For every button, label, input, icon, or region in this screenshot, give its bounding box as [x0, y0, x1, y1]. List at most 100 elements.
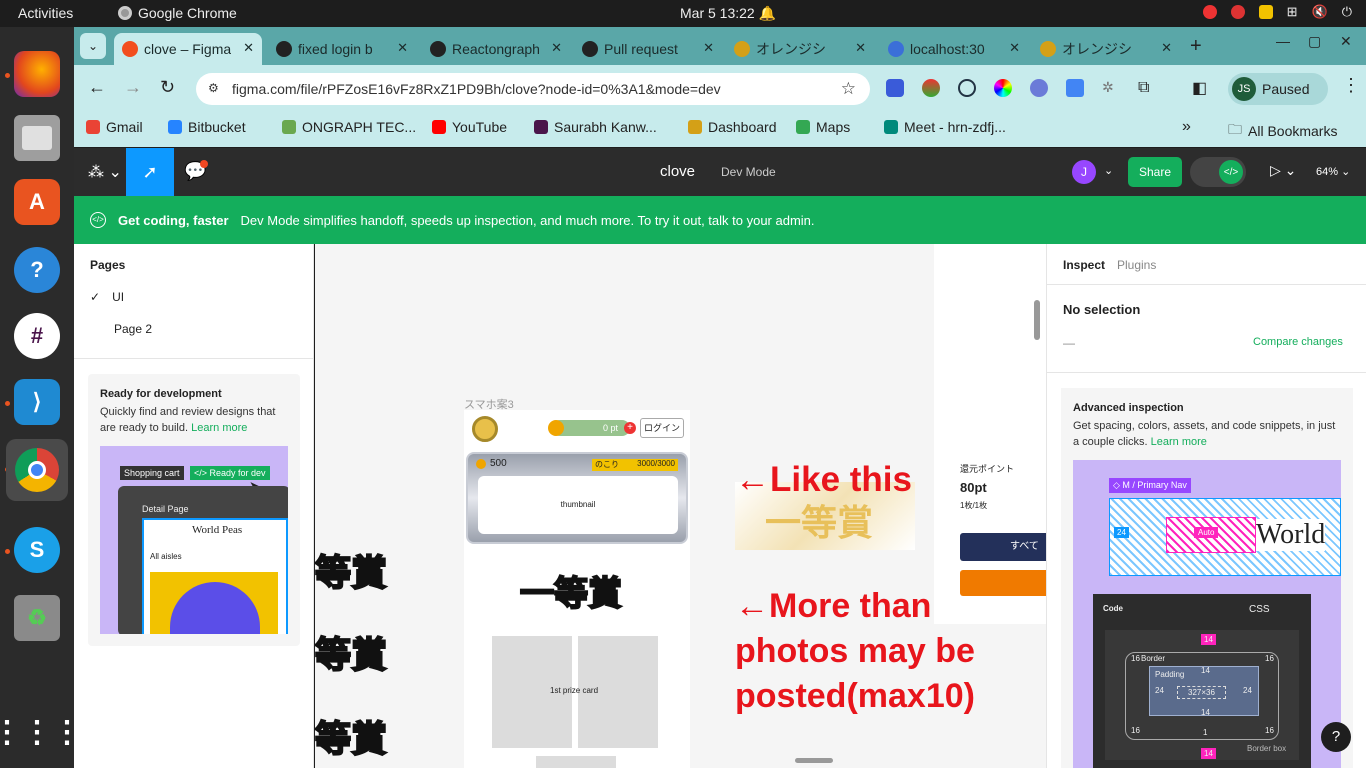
- tab-favicon-icon: [888, 41, 904, 57]
- close-tab-icon[interactable]: ✕: [551, 40, 562, 56]
- firefox-icon[interactable]: [14, 51, 60, 97]
- chrome-icon[interactable]: [6, 439, 68, 501]
- extension-icon[interactable]: [886, 79, 904, 97]
- vscode-icon[interactable]: ⟩: [14, 379, 60, 425]
- app-center-icon[interactable]: A: [14, 179, 60, 225]
- learn-more-link[interactable]: Learn more: [191, 422, 247, 434]
- compare-changes-link[interactable]: Compare changes: [1253, 336, 1343, 348]
- bookmark-star-icon[interactable]: ☆: [841, 79, 856, 99]
- right-card-sub: 1枚/1枚: [960, 501, 988, 510]
- notification-dot: [200, 160, 208, 168]
- ready-desc: Quickly find and review designs that are…: [100, 404, 290, 436]
- present-icon[interactable]: ▷ ⌄: [1270, 162, 1296, 179]
- reload-button[interactable]: ↻: [160, 77, 175, 98]
- bookmark-item[interactable]: Dashboard: [688, 119, 777, 135]
- gacha-card[interactable]: 500 のこり 3000/3000 thumbnail: [466, 452, 688, 544]
- move-tool-icon[interactable]: ➚: [126, 148, 174, 196]
- login-button[interactable]: ログイン: [640, 418, 684, 438]
- tab[interactable]: fixed login b ✕: [268, 33, 416, 65]
- back-button[interactable]: ←: [88, 77, 106, 98]
- maximize-button[interactable]: ▢: [1308, 33, 1321, 50]
- bookmark-item[interactable]: Saurabh Kanw...: [534, 119, 657, 135]
- user-avatar[interactable]: J: [1072, 160, 1096, 184]
- figma-menu-icon[interactable]: ⁂ ⌄: [88, 162, 122, 182]
- close-tab-icon[interactable]: ✕: [703, 40, 714, 56]
- address-bar[interactable]: ⚙ figma.com/file/rPFZosE16vFz8RxZ1PD9Bh/…: [196, 73, 870, 105]
- tab[interactable]: オレンジシ ✕: [1032, 33, 1180, 65]
- puzzle-icon[interactable]: ⧉: [1138, 79, 1156, 97]
- no-selection-title: No selection: [1063, 302, 1141, 317]
- close-tab-icon[interactable]: ✕: [855, 40, 866, 56]
- orange-button[interactable]: [960, 570, 1046, 596]
- slack-icon[interactable]: #: [14, 313, 60, 359]
- close-tab-icon[interactable]: ✕: [1009, 40, 1020, 56]
- tab-title: Reactongraph: [452, 41, 540, 57]
- react-devtools-icon[interactable]: [958, 79, 976, 97]
- design-canvas[interactable]: スマホ案3 0 pt + ログイン 500 のこり 3000/3000 thumb…: [315, 244, 1046, 768]
- zoom-level[interactable]: 64% ⌄: [1316, 165, 1350, 178]
- files-icon[interactable]: [14, 115, 60, 161]
- bookmark-item[interactable]: Maps: [796, 119, 850, 135]
- tab[interactable]: Reactongraph ✕: [422, 33, 570, 65]
- bookmark-label: Dashboard: [708, 119, 777, 135]
- chrome-menu-icon[interactable]: ⋮: [1342, 75, 1360, 96]
- tab[interactable]: clove – Figma ✕: [114, 33, 262, 65]
- profile-button[interactable]: JS Paused: [1228, 73, 1328, 105]
- tab[interactable]: オレンジシ ✕: [726, 33, 874, 65]
- right-frame[interactable]: 還元ポイント 80pt 1枚/1枚 すべて: [934, 244, 1046, 624]
- clock[interactable]: Mar 5 13:22 🔔: [680, 5, 776, 22]
- page-item-ui[interactable]: ✓ UI: [90, 290, 124, 304]
- bookmarks-bar: Gmail Bitbucket ONGRAPH TEC... YouTube Saura…: [74, 111, 1366, 147]
- horizontal-scrollbar[interactable]: [795, 758, 833, 763]
- view-all-button[interactable]: すべて: [960, 533, 1046, 561]
- trash-icon[interactable]: ♻: [14, 595, 60, 641]
- bookmark-item[interactable]: Gmail: [86, 119, 143, 135]
- chevron-down-icon[interactable]: ⌄: [1104, 164, 1113, 177]
- color-picker-icon[interactable]: [994, 79, 1012, 97]
- close-tab-icon[interactable]: ✕: [1161, 40, 1172, 56]
- bookmark-item[interactable]: YouTube: [432, 119, 507, 135]
- bookmark-item[interactable]: Bitbucket: [168, 119, 246, 135]
- help-button[interactable]: ?: [1321, 722, 1351, 752]
- page-item-2[interactable]: Page 2: [114, 322, 152, 336]
- padding-bottom: 14: [1201, 708, 1210, 717]
- close-window-button[interactable]: ✕: [1340, 33, 1352, 50]
- recording-icon: [1202, 5, 1217, 19]
- activities-button[interactable]: Activities: [18, 5, 73, 21]
- tab[interactable]: Pull request ✕: [574, 33, 722, 65]
- minimize-button[interactable]: —: [1276, 33, 1290, 49]
- bookmark-item[interactable]: Meet - hrn-zdfj...: [884, 119, 1006, 135]
- skype-icon[interactable]: S: [14, 527, 60, 573]
- dev-mode-toggle[interactable]: </>: [1190, 157, 1246, 187]
- forward-button[interactable]: →: [124, 77, 142, 98]
- side-panel-icon[interactable]: ◧: [1192, 78, 1207, 98]
- learn-more-link[interactable]: Learn more: [1151, 436, 1207, 448]
- extension-icon[interactable]: ✲: [1102, 79, 1120, 97]
- new-tab-button[interactable]: +: [1190, 35, 1202, 58]
- phone-frame[interactable]: 0 pt + ログイン 500 のこり 3000/3000 thumbnail 一…: [464, 410, 690, 768]
- app-menu[interactable]: Google Chrome: [118, 5, 237, 21]
- apps-grid-icon[interactable]: ⋮⋮⋮: [0, 709, 82, 755]
- vertical-scrollbar[interactable]: [1034, 300, 1040, 340]
- medal-first-prize: 一等賞: [519, 573, 623, 615]
- add-points-icon[interactable]: +: [624, 422, 636, 434]
- site-info-icon[interactable]: ⚙: [208, 81, 219, 95]
- close-tab-icon[interactable]: ✕: [397, 40, 408, 56]
- tab-inspect[interactable]: Inspect: [1063, 258, 1105, 272]
- ready-card: Ready for development Quickly find and r…: [88, 374, 300, 646]
- share-button[interactable]: Share: [1128, 157, 1182, 187]
- help-icon[interactable]: ?: [14, 247, 60, 293]
- left-panel: Pages ✓ UI Page 2 Ready for development Q…: [74, 244, 314, 768]
- system-tray[interactable]: ⊞ 🔇 ⏻: [1202, 4, 1352, 20]
- bookmark-item[interactable]: ONGRAPH TEC...: [282, 119, 416, 135]
- more-bookmarks-icon[interactable]: »: [1182, 118, 1191, 136]
- tab-plugins[interactable]: Plugins: [1117, 258, 1156, 272]
- all-bookmarks-button[interactable]: 🗀 All Bookmarks: [1228, 119, 1337, 143]
- tab-search-button[interactable]: ⌄: [80, 33, 106, 59]
- tab[interactable]: localhost:30 ✕: [880, 33, 1028, 65]
- translate-icon[interactable]: [1066, 79, 1084, 97]
- close-tab-icon[interactable]: ✕: [243, 40, 254, 56]
- extension-icon[interactable]: [1030, 79, 1048, 97]
- extension-icon[interactable]: [922, 79, 940, 97]
- file-name[interactable]: clove: [660, 163, 695, 180]
